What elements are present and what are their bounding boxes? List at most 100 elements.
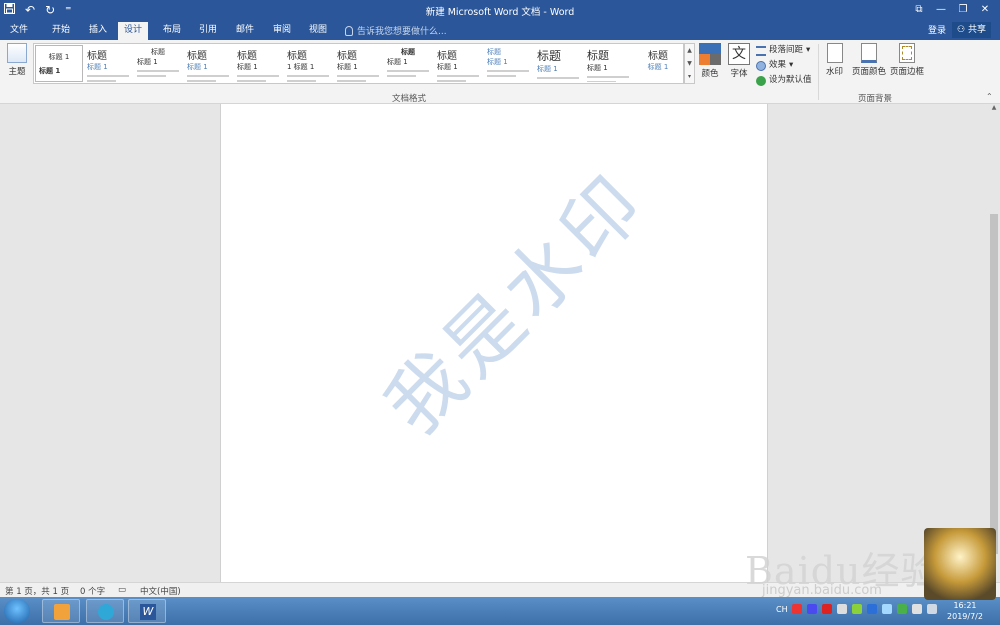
style-set-item[interactable]: 标题 1 标题 1 [284, 45, 332, 82]
proofing-icon[interactable]: ▭ [118, 585, 126, 595]
volume-icon[interactable] [927, 604, 937, 614]
document-page[interactable]: 我是水印 [220, 104, 768, 582]
page-count[interactable]: 第 1 页，共 1 页 [5, 585, 69, 597]
ribbon-display-options-icon[interactable]: ⧉ [908, 2, 930, 17]
page-borders-button[interactable]: 页面边框 [890, 43, 924, 77]
style-set-item[interactable]: 标题 标题 1 [334, 45, 382, 82]
fonts-label: 字体 [730, 69, 748, 79]
gallery-up-icon[interactable]: ▲ [685, 44, 694, 57]
set-as-default-button[interactable]: 设为默认值 [756, 73, 812, 88]
document-format-group-label: 文档格式 [392, 94, 427, 104]
tell-me-placeholder: 告诉我您想要做什么... [357, 27, 447, 37]
ribbon: 主题 标题 1 标题 1 标题 标题 1 标题 标题 1 标题 标题 1 标题 … [0, 40, 1000, 104]
colors-button[interactable]: 颜色 [699, 43, 721, 79]
taskbar-app-folder[interactable] [42, 599, 80, 623]
collapse-ribbon-icon[interactable]: ⌃ [986, 92, 993, 101]
page-color-button[interactable]: 页面颜色 [852, 43, 886, 77]
effects-button[interactable]: 效果 ▾ [756, 58, 812, 73]
themes-icon [7, 43, 27, 63]
style-set-gallery: 标题 1 标题 1 标题 标题 1 标题 标题 1 标题 标题 1 标题 标题 … [33, 43, 684, 84]
taskbar: W CH 16:21 2019/7/2 [0, 597, 1000, 625]
style-set-item[interactable]: 标题 标题 1 [434, 45, 482, 82]
tab-review[interactable]: 审阅 [267, 22, 297, 40]
tray-icon[interactable] [882, 604, 892, 614]
word-count[interactable]: 0 个字 [80, 585, 105, 597]
page-background-group-label: 页面背景 [858, 94, 893, 104]
style-set-item[interactable]: 标题 1 标题 1 [35, 45, 83, 82]
share-label: 共享 [967, 25, 986, 35]
palette-icon [699, 43, 721, 65]
lightbulb-icon [345, 25, 353, 36]
style-set-item[interactable]: 标题 标题 1 [134, 45, 182, 82]
tray-icon[interactable] [867, 604, 877, 614]
style-set-item[interactable]: 标题 标题 1 [584, 45, 632, 82]
font-icon: 文 [728, 43, 750, 65]
minimize-button[interactable]: — [930, 2, 952, 17]
page-color-icon [861, 43, 877, 63]
tray-icon[interactable] [852, 604, 862, 614]
style-set-item[interactable]: 标题 标题 1 [184, 45, 232, 82]
gallery-scroll[interactable]: ▲ ▼ ▾ [684, 43, 695, 84]
style-set-item[interactable]: 标题 标题 1 [384, 45, 432, 82]
tray-icon[interactable] [792, 604, 802, 614]
maximize-button[interactable]: ❐ [952, 2, 974, 17]
watermark-button[interactable]: 水印 [826, 43, 843, 77]
scroll-up-icon[interactable]: ▲ [988, 104, 1000, 111]
document-area: 我是水印 [0, 104, 988, 582]
page-borders-label: 页面边框 [890, 67, 925, 77]
watermark-icon [826, 43, 843, 63]
language[interactable]: 中文(中国) [140, 585, 181, 597]
tab-references[interactable]: 引用 [193, 22, 223, 40]
colors-label: 颜色 [701, 69, 719, 79]
ribbon-tabs: 文件 开始 插入 设计 布局 引用 邮件 审阅 视图 告诉我您想要做什么... … [0, 20, 1000, 40]
tray-icon[interactable] [807, 604, 817, 614]
login-link[interactable]: 登录 [928, 23, 946, 36]
clock-time: 16:21 [953, 601, 977, 610]
window-title: 新建 Microsoft Word 文档 - Word [425, 7, 575, 18]
style-set-item[interactable]: 标题 标题 1 [234, 45, 282, 82]
watermark-text: 我是水印 [368, 156, 664, 452]
themes-button[interactable]: 主题 [4, 43, 30, 87]
title-bar: ↶ ↻ ⁼ 新建 Microsoft Word 文档 - Word ⧉ — ❐ … [0, 0, 1000, 20]
tab-view[interactable]: 视图 [303, 22, 333, 40]
tab-mailings[interactable]: 邮件 [230, 22, 260, 40]
style-set-item[interactable]: 标题 标题 1 [634, 45, 682, 82]
tray-icon[interactable] [822, 604, 832, 614]
input-language[interactable]: CH [776, 605, 788, 614]
fonts-button[interactable]: 文 字体 [728, 43, 750, 79]
close-button[interactable]: ✕ [974, 2, 996, 17]
tell-me-box[interactable]: 告诉我您想要做什么... [345, 24, 447, 37]
tray-icon[interactable] [837, 604, 847, 614]
overlay-thumbnail [924, 528, 996, 600]
clock[interactable]: 16:21 2019/7/2 [940, 600, 990, 622]
vertical-scrollbar[interactable]: ▲ [988, 104, 1000, 582]
network-icon[interactable] [912, 604, 922, 614]
watermark-label: 水印 [826, 67, 844, 77]
taskbar-app-browser[interactable] [86, 599, 124, 623]
style-set-item[interactable]: 标题 标题 1 [484, 45, 532, 82]
effects-icon [756, 60, 766, 71]
tab-file[interactable]: 文件 [4, 22, 34, 40]
taskbar-app-word[interactable]: W [128, 599, 166, 623]
clock-date: 2019/7/2 [947, 612, 983, 621]
tab-insert[interactable]: 插入 [83, 22, 113, 40]
tab-design[interactable]: 设计 [118, 22, 149, 40]
paragraph-spacing-button[interactable]: 段落间距 ▾ [756, 43, 812, 58]
style-set-item[interactable]: 标题 标题 1 [534, 45, 582, 82]
share-button[interactable]: ⚇ 共享 [952, 22, 991, 38]
page-borders-icon [899, 43, 915, 63]
themes-label: 主题 [8, 67, 26, 77]
paragraph-spacing-icon [756, 45, 766, 56]
tab-home[interactable]: 开始 [46, 22, 76, 40]
gallery-down-icon[interactable]: ▼ [685, 57, 694, 70]
tray-icon[interactable] [897, 604, 907, 614]
style-set-item[interactable]: 标题 标题 1 [84, 45, 132, 82]
scrollbar-thumb[interactable] [990, 214, 998, 554]
baidu-url: jingyan.baidu.com [762, 583, 882, 598]
person-icon: ⚇ [957, 25, 968, 35]
window-controls: ⧉ — ❐ ✕ [908, 2, 996, 17]
start-button[interactable] [4, 599, 30, 623]
gallery-more-icon[interactable]: ▾ [685, 70, 694, 83]
checkmark-icon [756, 75, 766, 86]
tab-layout[interactable]: 布局 [157, 22, 187, 40]
